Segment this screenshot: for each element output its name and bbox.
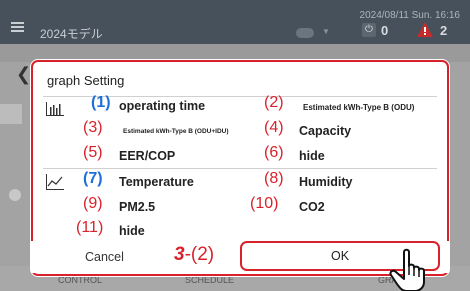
cancel-button[interactable]: Cancel [85, 250, 124, 264]
option-capacity[interactable]: Capacity [299, 124, 351, 138]
warning-icon [417, 22, 433, 37]
option-number: (10) [250, 195, 279, 212]
option-number: (6) [264, 144, 284, 161]
option-number: (11) [76, 219, 104, 236]
option-number: (5) [83, 144, 103, 161]
step-annotation: 3-(2) [174, 244, 214, 266]
top-bar: 2024モデル 2024/08/11 Sun. 16:16 ▼ ⏻ 0 2 [0, 0, 470, 44]
option-kwh-odu[interactable]: Estimated kWh-Type B (ODU) [303, 103, 414, 112]
side-nav-icon[interactable] [9, 189, 21, 201]
option-temperature[interactable]: Temperature [119, 175, 194, 189]
option-number: (7) [83, 170, 103, 187]
option-eer-cop[interactable]: EER/COP [119, 149, 175, 163]
back-chevron-icon[interactable]: ❮ [16, 64, 31, 85]
option-humidity[interactable]: Humidity [299, 175, 352, 189]
power-icon: ⏻ [362, 23, 376, 37]
option-pm25[interactable]: PM2.5 [119, 200, 155, 214]
power-count: 0 [381, 23, 389, 38]
option-number: (1) [91, 94, 111, 111]
option-number: (3) [83, 119, 103, 136]
model-label: 2024モデル [40, 27, 103, 41]
option-co2[interactable]: CO2 [299, 200, 325, 214]
step-sub: -(2) [184, 244, 215, 265]
step-number: 3 [174, 244, 185, 265]
option-operating-time[interactable]: operating time [119, 99, 205, 113]
side-tab[interactable] [0, 104, 22, 124]
line-chart-icon [46, 174, 64, 190]
option-number: (9) [83, 195, 103, 212]
option-hide[interactable]: hide [299, 149, 325, 163]
option-kwh-odu-idu[interactable]: Estimated kWh-Type B (ODU+IDU) [123, 128, 229, 135]
bar-chart-icon [46, 102, 64, 116]
option-number: (4) [264, 119, 284, 136]
menu-icon[interactable] [11, 22, 24, 32]
alert-count: 2 [440, 23, 448, 38]
toggle-switch[interactable] [296, 28, 314, 38]
datetime: 2024/08/11 Sun. 16:16 [359, 10, 460, 21]
divider [43, 168, 437, 169]
pointer-hand-icon [389, 248, 425, 291]
option-number: (8) [264, 170, 284, 187]
option-number: (2) [264, 94, 284, 111]
dialog-title: graph Setting [47, 73, 125, 88]
option-hide-2[interactable]: hide [119, 224, 145, 238]
chevron-down-icon[interactable]: ▼ [322, 27, 330, 36]
tab-schedule[interactable]: SCHEDULE [185, 275, 234, 285]
tab-control[interactable]: CONTROL [58, 275, 102, 285]
